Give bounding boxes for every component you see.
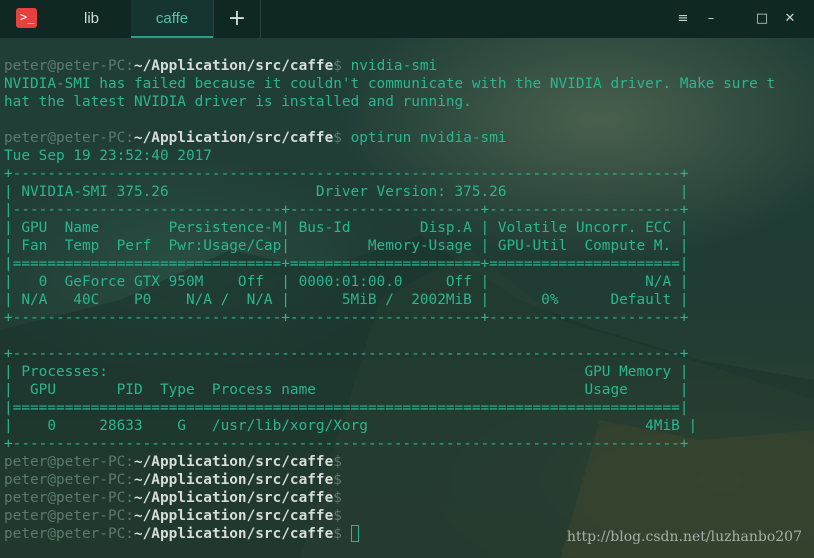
hamburger-icon: ≡ <box>677 11 689 26</box>
active-tab-indicator <box>131 36 213 38</box>
prompt-symbol: $ <box>333 508 342 524</box>
prompt-symbol: $ <box>333 58 342 74</box>
output-line: |-------------------------------+-------… <box>4 202 689 218</box>
title-bar: >_ lib caffe + ≡ – □ ✕ <box>0 0 814 38</box>
prompt-user: peter@peter-PC: <box>4 508 134 524</box>
prompt-symbol: $ <box>333 130 342 146</box>
tab-divider <box>260 0 261 38</box>
app-menu-button[interactable]: >_ <box>0 0 52 38</box>
prompt-line: peter@peter-PC:~/Application/src/caffe$ <box>4 453 812 471</box>
output-line: +---------------------------------------… <box>4 166 689 182</box>
output-line: | N/A 40C P0 N/A / N/A | 5MiB / 2002MiB … <box>4 292 689 308</box>
prompt-user: peter@peter-PC: <box>4 490 134 506</box>
prompt-user: peter@peter-PC: <box>4 454 134 470</box>
prompt-line: peter@peter-PC:~/Application/src/caffe$ <box>4 489 812 507</box>
output-line: | 0 GeForce GTX 950M Off | 0000:01:00.0 … <box>4 274 689 290</box>
prompt-symbol: $ <box>333 526 342 542</box>
output-line: Tue Sep 19 23:52:40 2017 <box>4 148 212 164</box>
prompt-line: peter@peter-PC:~/Application/src/caffe$ … <box>4 129 812 147</box>
prompt-user: peter@peter-PC: <box>4 130 134 146</box>
menu-button[interactable]: ≡ <box>674 10 692 28</box>
output-line: |===============================+=======… <box>4 256 689 272</box>
tab-caffe[interactable]: caffe <box>131 0 213 38</box>
tab-lib[interactable]: lib <box>52 0 131 38</box>
tab-label: caffe <box>155 10 189 27</box>
output-line: | NVIDIA-SMI 375.26 Driver Version: 375.… <box>4 184 689 200</box>
output-line: +---------------------------------------… <box>4 346 689 362</box>
command-text: nvidia-smi <box>341 58 438 74</box>
output-line: hat the latest NVIDIA driver is installe… <box>4 94 472 110</box>
prompt-path: ~/Application/src/caffe <box>133 526 334 542</box>
minimize-icon: – <box>707 11 715 26</box>
command-text <box>342 526 351 542</box>
prompt-symbol: $ <box>333 472 342 488</box>
prompt-path: ~/Application/src/caffe <box>133 472 334 488</box>
output-line: NVIDIA-SMI has failed because it couldn'… <box>4 76 776 92</box>
terminal-app-icon: >_ <box>16 8 37 28</box>
prompt-path: ~/Application/src/caffe <box>133 130 334 146</box>
terminal-output[interactable]: peter@peter-PC:~/Application/src/caffe$ … <box>4 57 812 557</box>
prompt-path: ~/Application/src/caffe <box>133 490 334 506</box>
prompt-user: peter@peter-PC: <box>4 58 134 74</box>
prompt-user: peter@peter-PC: <box>4 526 134 542</box>
maximize-icon: □ <box>755 11 769 26</box>
prompt-symbol: $ <box>333 454 342 470</box>
output-line: | GPU PID Type Process name Usage | <box>4 382 689 398</box>
output-line: +---------------------------------------… <box>4 436 689 452</box>
output-line: +-------------------------------+-------… <box>4 310 689 326</box>
output-line: | Fan Temp Perf Pwr:Usage/Cap| Memory-Us… <box>4 238 689 254</box>
close-button[interactable]: ✕ <box>781 10 799 28</box>
minimize-button[interactable]: – <box>702 10 720 28</box>
prompt-path: ~/Application/src/caffe <box>133 454 334 470</box>
prompt-line: peter@peter-PC:~/Application/src/caffe$ … <box>4 57 812 75</box>
watermark: http://blog.csdn.net/luzhanbo207 <box>566 529 802 545</box>
plus-icon: + <box>227 6 247 31</box>
command-text: optirun nvidia-smi <box>341 130 507 146</box>
prompt-line: peter@peter-PC:~/Application/src/caffe$ <box>4 507 812 525</box>
tab-label: lib <box>83 10 99 27</box>
add-tab-button[interactable]: + <box>214 0 260 38</box>
text-cursor <box>350 525 359 542</box>
prompt-user: peter@peter-PC: <box>4 472 134 488</box>
output-line: | Processes: GPU Memory | <box>4 364 689 380</box>
output-line: | 0 28633 G /usr/lib/xorg/Xorg 4MiB | <box>4 418 698 434</box>
prompt-path: ~/Application/src/caffe <box>133 58 334 74</box>
prompt-line: peter@peter-PC:~/Application/src/caffe$ <box>4 471 812 489</box>
maximize-button[interactable]: □ <box>753 10 771 28</box>
output-line: | GPU Name Persistence-M| Bus-Id Disp.A … <box>4 220 689 236</box>
close-icon: ✕ <box>784 11 796 26</box>
output-line: |=======================================… <box>4 400 689 416</box>
prompt-path: ~/Application/src/caffe <box>133 508 334 524</box>
prompt-symbol: $ <box>333 490 342 506</box>
